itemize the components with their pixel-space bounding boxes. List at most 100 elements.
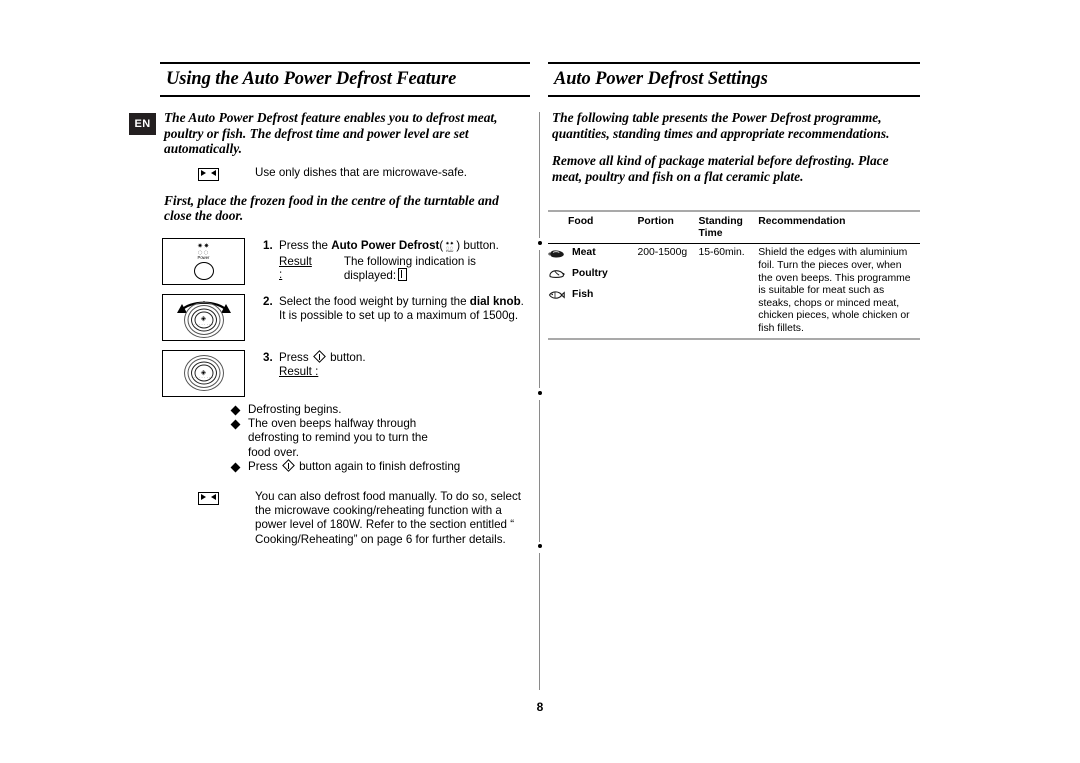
- divider-dot-2: [537, 391, 542, 395]
- defrost-settings-table-wrapper: Food Portion Standing Time Recommendatio…: [548, 210, 920, 340]
- step-2-number: 2.: [263, 294, 273, 308]
- food-label-meat: Meat: [572, 247, 596, 259]
- table-head: Food Portion Standing Time Recommendatio…: [548, 211, 920, 244]
- table-cell-portion: 200-1500g: [637, 247, 688, 259]
- step-1-text-after: ) button.: [456, 238, 499, 252]
- page-number: 8: [536, 700, 544, 714]
- control-panel-image-2: ◈ · · · · · · · ·: [162, 293, 245, 341]
- column-divider-mid: [539, 250, 541, 388]
- step-3-text-after: button.: [326, 350, 366, 364]
- step-3-result-row: Result :: [279, 365, 530, 379]
- right-section-header: Auto Power Defrost Settings: [548, 62, 920, 97]
- table-header-standing-line2: Time: [698, 228, 723, 240]
- table-header-food: Food: [568, 216, 594, 228]
- step-3-text-before: Press: [279, 350, 312, 364]
- panel-power-label: Power: [197, 254, 210, 260]
- result-bullet-2-text: The oven beeps halfway through defrostin…: [248, 417, 428, 459]
- microwave-safe-note-text: Use only dishes that are microwave-safe.: [255, 165, 467, 179]
- step-3-number: 3.: [263, 350, 273, 364]
- dial-knob-image-3: ◈ · · · · · · · ·: [183, 355, 224, 392]
- step-2-text-after: .: [520, 294, 524, 308]
- knob-tick-marks: · · · · · · · ·: [193, 322, 214, 327]
- diamond-bullet-icon: [230, 419, 241, 430]
- food-item-meat: Meat: [548, 247, 632, 260]
- step-3-body: 3. Press button. Result :: [263, 350, 530, 380]
- right-intro-paragraph-2: Remove all kind of package material befo…: [552, 153, 889, 184]
- right-intro-paragraph-1: The following table presents the Power D…: [552, 110, 890, 141]
- step-2: ◈ · · · · · · · · 2. Select the food wei…: [160, 293, 530, 341]
- manual-defrost-note: You can also defrost food manually. To d…: [160, 490, 530, 547]
- column-divider-mid2: [539, 400, 541, 542]
- step-1-body: 1. Press the Auto Power Defrost(✷✷ ◌◌ Powe…: [263, 238, 530, 282]
- step-2-text-before: Select the food weight by turning the: [279, 294, 470, 308]
- table-header-recommendation: Recommendation: [758, 216, 846, 228]
- result-bullet-list: Defrosting begins. The oven beeps halfwa…: [230, 403, 530, 474]
- step-3-line: 3. Press button.: [263, 350, 530, 365]
- table-header-standing-time: Standing Time: [698, 211, 758, 244]
- language-badge: EN: [129, 113, 156, 135]
- table-rule-bottom: [548, 337, 920, 340]
- step-2-line: 2. Select the food weight by turning the…: [263, 295, 530, 309]
- divider-dot-1: [537, 241, 542, 245]
- left-intro-paragraph: The Auto Power Defrost feature enables y…: [164, 110, 498, 157]
- step-1-result-label: Result :: [279, 254, 312, 281]
- fish-icon: [548, 291, 565, 299]
- result-bullet-1: Defrosting begins.: [230, 403, 530, 417]
- microwave-safe-note: Use only dishes that are microwave-safe.: [160, 166, 530, 181]
- power-defrost-icon: ✷✷ ◌◌ Power: [445, 240, 455, 253]
- start-button-icon: [282, 459, 296, 473]
- step-2-text-bold: dial knob: [469, 294, 521, 308]
- knob-core-symbol: ◈: [200, 315, 207, 323]
- knob3-tick-marks: · · · · · · · ·: [193, 376, 214, 381]
- manual-defrost-note-text: You can also defrost food manually. To d…: [255, 489, 521, 546]
- step-1-result-text-value: The following indication is displayed:: [343, 254, 476, 282]
- step-2-line2: It is possible to set up to a maximum of…: [279, 309, 530, 323]
- table-header-row: Food Portion Standing Time Recommendatio…: [548, 211, 920, 244]
- panel-round-button: [193, 261, 214, 280]
- table-cell-recommendation: Shield the edges with aluminium foil. Tu…: [758, 247, 911, 334]
- step-2-body: 2. Select the food weight by turning the…: [263, 294, 530, 324]
- diamond-bullet-icon: [230, 462, 241, 473]
- table-header-portion: Portion: [637, 216, 674, 228]
- right-header-rule-bottom: [548, 95, 920, 97]
- food-item-poultry: Poultry: [548, 268, 632, 281]
- microwave-safe-icon: [198, 491, 219, 505]
- step-3-result-label: Result :: [279, 365, 319, 379]
- left-section-header: Using the Auto Power Defrost Feature: [160, 62, 530, 97]
- steps-list: ✷✷ ◌◌ Power 1. Press the Auto Power Defr…: [160, 237, 530, 547]
- step-1-text-bold: Auto Power Defrost: [331, 238, 440, 252]
- knob3-core-symbol: ◈: [200, 369, 207, 377]
- step-1-text-before: Press the: [279, 238, 332, 252]
- left-instruction-paragraph: First, place the frozen food in the cent…: [164, 192, 499, 224]
- display-indicator-icon: [398, 267, 408, 281]
- table-body: Meat Poultry Fish 200-1500g 15-60min. Sh…: [548, 243, 920, 338]
- right-heading: Auto Power Defrost Settings: [554, 69, 768, 89]
- table-row: Meat Poultry Fish 200-1500g 15-60min. Sh…: [548, 243, 920, 338]
- control-panel-image-1: ✷✷ ◌◌ Power: [162, 237, 245, 285]
- table-header-standing-line1: Standing: [698, 216, 743, 228]
- diamond-bullet-icon: [230, 405, 241, 416]
- left-heading: Using the Auto Power Defrost Feature: [166, 69, 457, 89]
- column-divider-bottom: [539, 553, 541, 690]
- column-divider-top: [539, 112, 541, 238]
- food-item-fish: Fish: [548, 289, 632, 302]
- table-cell-standing-time: 15-60min.: [698, 247, 745, 259]
- food-label-fish: Fish: [572, 288, 594, 300]
- table-cell-food: Meat Poultry Fish: [548, 244, 637, 338]
- step-1-number: 1.: [263, 238, 273, 252]
- divider-dot-3: [537, 544, 542, 548]
- step-1-result-row: Result : The following indication is dis…: [263, 255, 530, 282]
- microwave-safe-icon: [198, 167, 219, 181]
- result-bullet-3: Press button again to finish defrosting: [230, 459, 530, 474]
- step-2-line2-text: It is possible to set up to a maximum of…: [279, 309, 519, 323]
- left-header-rule-bottom: [160, 95, 530, 97]
- step-3: ◈ · · · · · · · · 3. Press button. Resul…: [160, 349, 530, 397]
- result-bullet-3-text-before: Press: [248, 459, 281, 473]
- control-panel-image-3: ◈ · · · · · · · ·: [162, 349, 245, 397]
- start-button-icon: [313, 350, 327, 364]
- result-bullet-3-text: Press button again to finish defrosting: [248, 459, 460, 474]
- result-bullet-2: The oven beeps halfway through defrostin…: [230, 417, 530, 460]
- panel-power-mark: ✷✷ ◌◌ Power: [197, 243, 210, 260]
- defrost-settings-table: Food Portion Standing Time Recommendatio…: [548, 210, 920, 337]
- food-label-poultry: Poultry: [572, 267, 608, 279]
